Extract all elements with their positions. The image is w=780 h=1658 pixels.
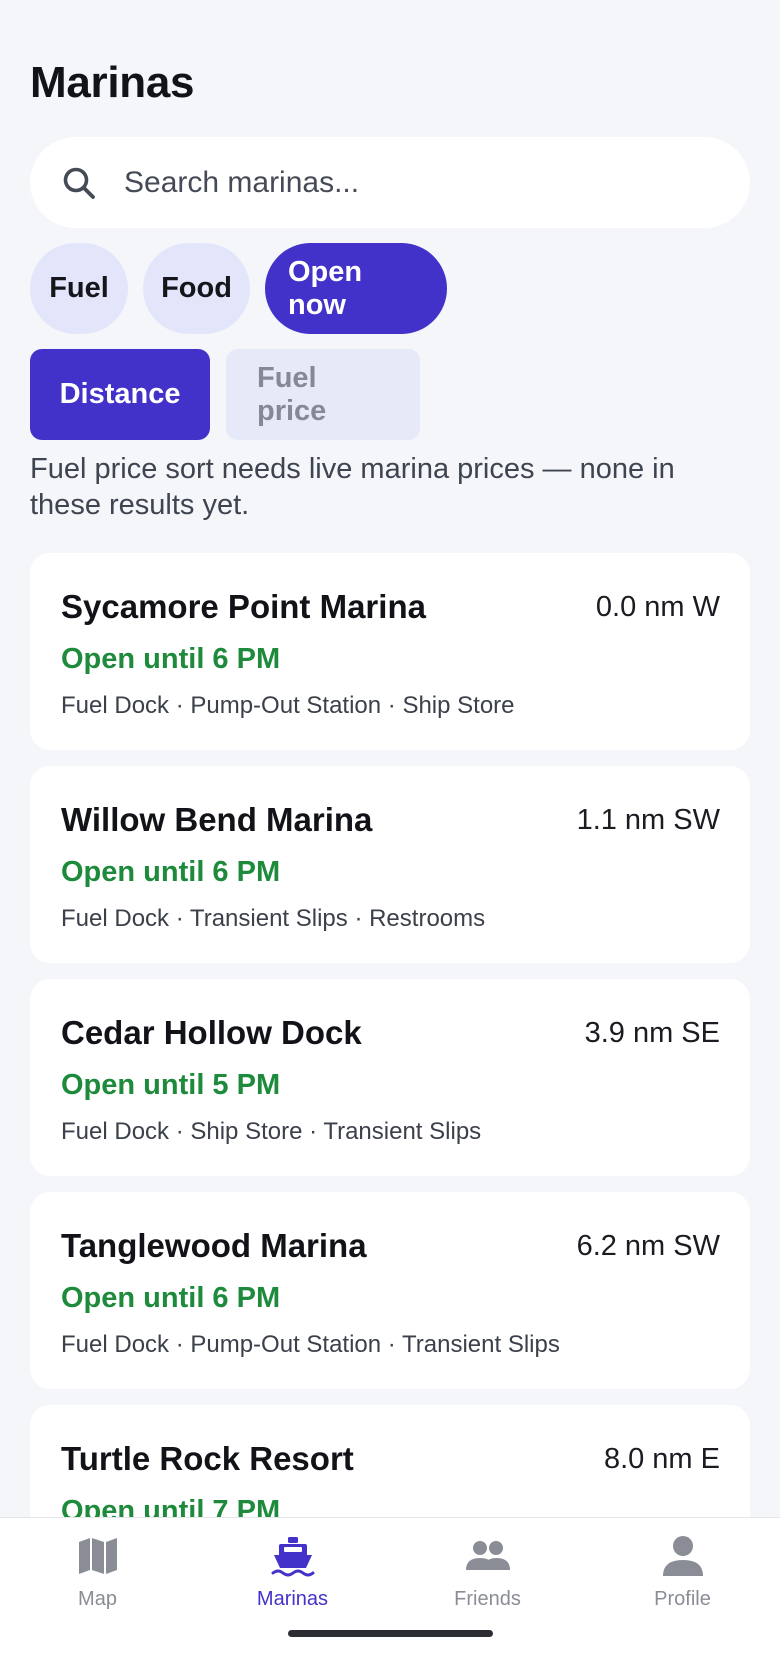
filter-chips: Fuel Food Open now [30,243,447,334]
marina-amenities: Fuel Dock · Pump-Out Station · Ship Stor… [61,692,515,719]
search-input[interactable] [122,164,686,201]
marina-card[interactable]: Willow Bend Marina 1.1 nm SW Open until … [30,766,750,963]
marina-distance: 6.2 nm SW [576,1230,720,1262]
marina-hours: Open until 5 PM [61,1069,281,1101]
marina-name: Cedar Hollow Dock [61,1014,362,1051]
marina-card[interactable]: Tanglewood Marina 6.2 nm SW Open until 6… [30,1192,750,1389]
search-bar[interactable] [30,137,750,228]
sort-fuel-price-button[interactable]: Fuel price [226,349,420,440]
boat-icon [271,1532,315,1580]
marina-name: Tanglewood Marina [61,1227,367,1264]
marina-distance: 3.9 nm SE [584,1017,720,1049]
page-title: Marinas [30,58,195,107]
marina-hours: Open until 6 PM [61,1282,281,1314]
filter-chip-open-now[interactable]: Open now [265,243,447,334]
tab-friends[interactable]: Friends [390,1532,585,1622]
marina-amenities: Fuel Dock · Pump-Out Station · Transient… [61,1331,560,1358]
sort-distance-button[interactable]: Distance [30,349,210,440]
marina-amenities: Fuel Dock · Ship Store · Transient Slips [61,1118,482,1145]
sort-options: Distance Fuel price [30,349,420,440]
filter-chip-fuel[interactable]: Fuel [30,243,128,334]
home-indicator[interactable] [288,1630,493,1637]
marina-list: Sycamore Point Marina 0.0 nm W Open unti… [30,553,750,1517]
marina-distance: 0.0 nm W [595,591,720,623]
marina-hours: Open until 7 PM [61,1495,281,1517]
marina-card[interactable]: Sycamore Point Marina 0.0 nm W Open unti… [30,553,750,750]
tab-map[interactable]: Map [0,1532,195,1622]
marina-amenities: Fuel Dock · Transient Slips · Restrooms [61,905,486,932]
sort-note: Fuel price sort needs live marina prices… [30,453,675,521]
marina-name: Turtle Rock Resort [61,1440,354,1477]
filter-chip-food[interactable]: Food [143,243,250,334]
person-icon [662,1532,704,1580]
marina-hours: Open until 6 PM [61,643,281,675]
marina-card[interactable]: Turtle Rock Resort 8.0 nm E Open until 7… [30,1405,750,1517]
people-icon [465,1532,511,1580]
marina-name: Sycamore Point Marina [61,588,426,625]
map-icon [77,1532,119,1580]
tab-profile[interactable]: Profile [585,1532,780,1622]
tab-label: Friends [454,1588,521,1610]
tab-label: Map [78,1588,117,1610]
marina-hours: Open until 6 PM [61,856,281,888]
marina-distance: 1.1 nm SW [576,804,720,836]
marina-name: Willow Bend Marina [61,801,373,838]
marina-card[interactable]: Cedar Hollow Dock 3.9 nm SE Open until 5… [30,979,750,1176]
tab-marinas[interactable]: Marinas [195,1532,390,1622]
search-icon [62,166,96,200]
marina-distance: 8.0 nm E [603,1443,720,1475]
tab-label: Profile [654,1588,711,1610]
tab-label: Marinas [256,1588,329,1610]
